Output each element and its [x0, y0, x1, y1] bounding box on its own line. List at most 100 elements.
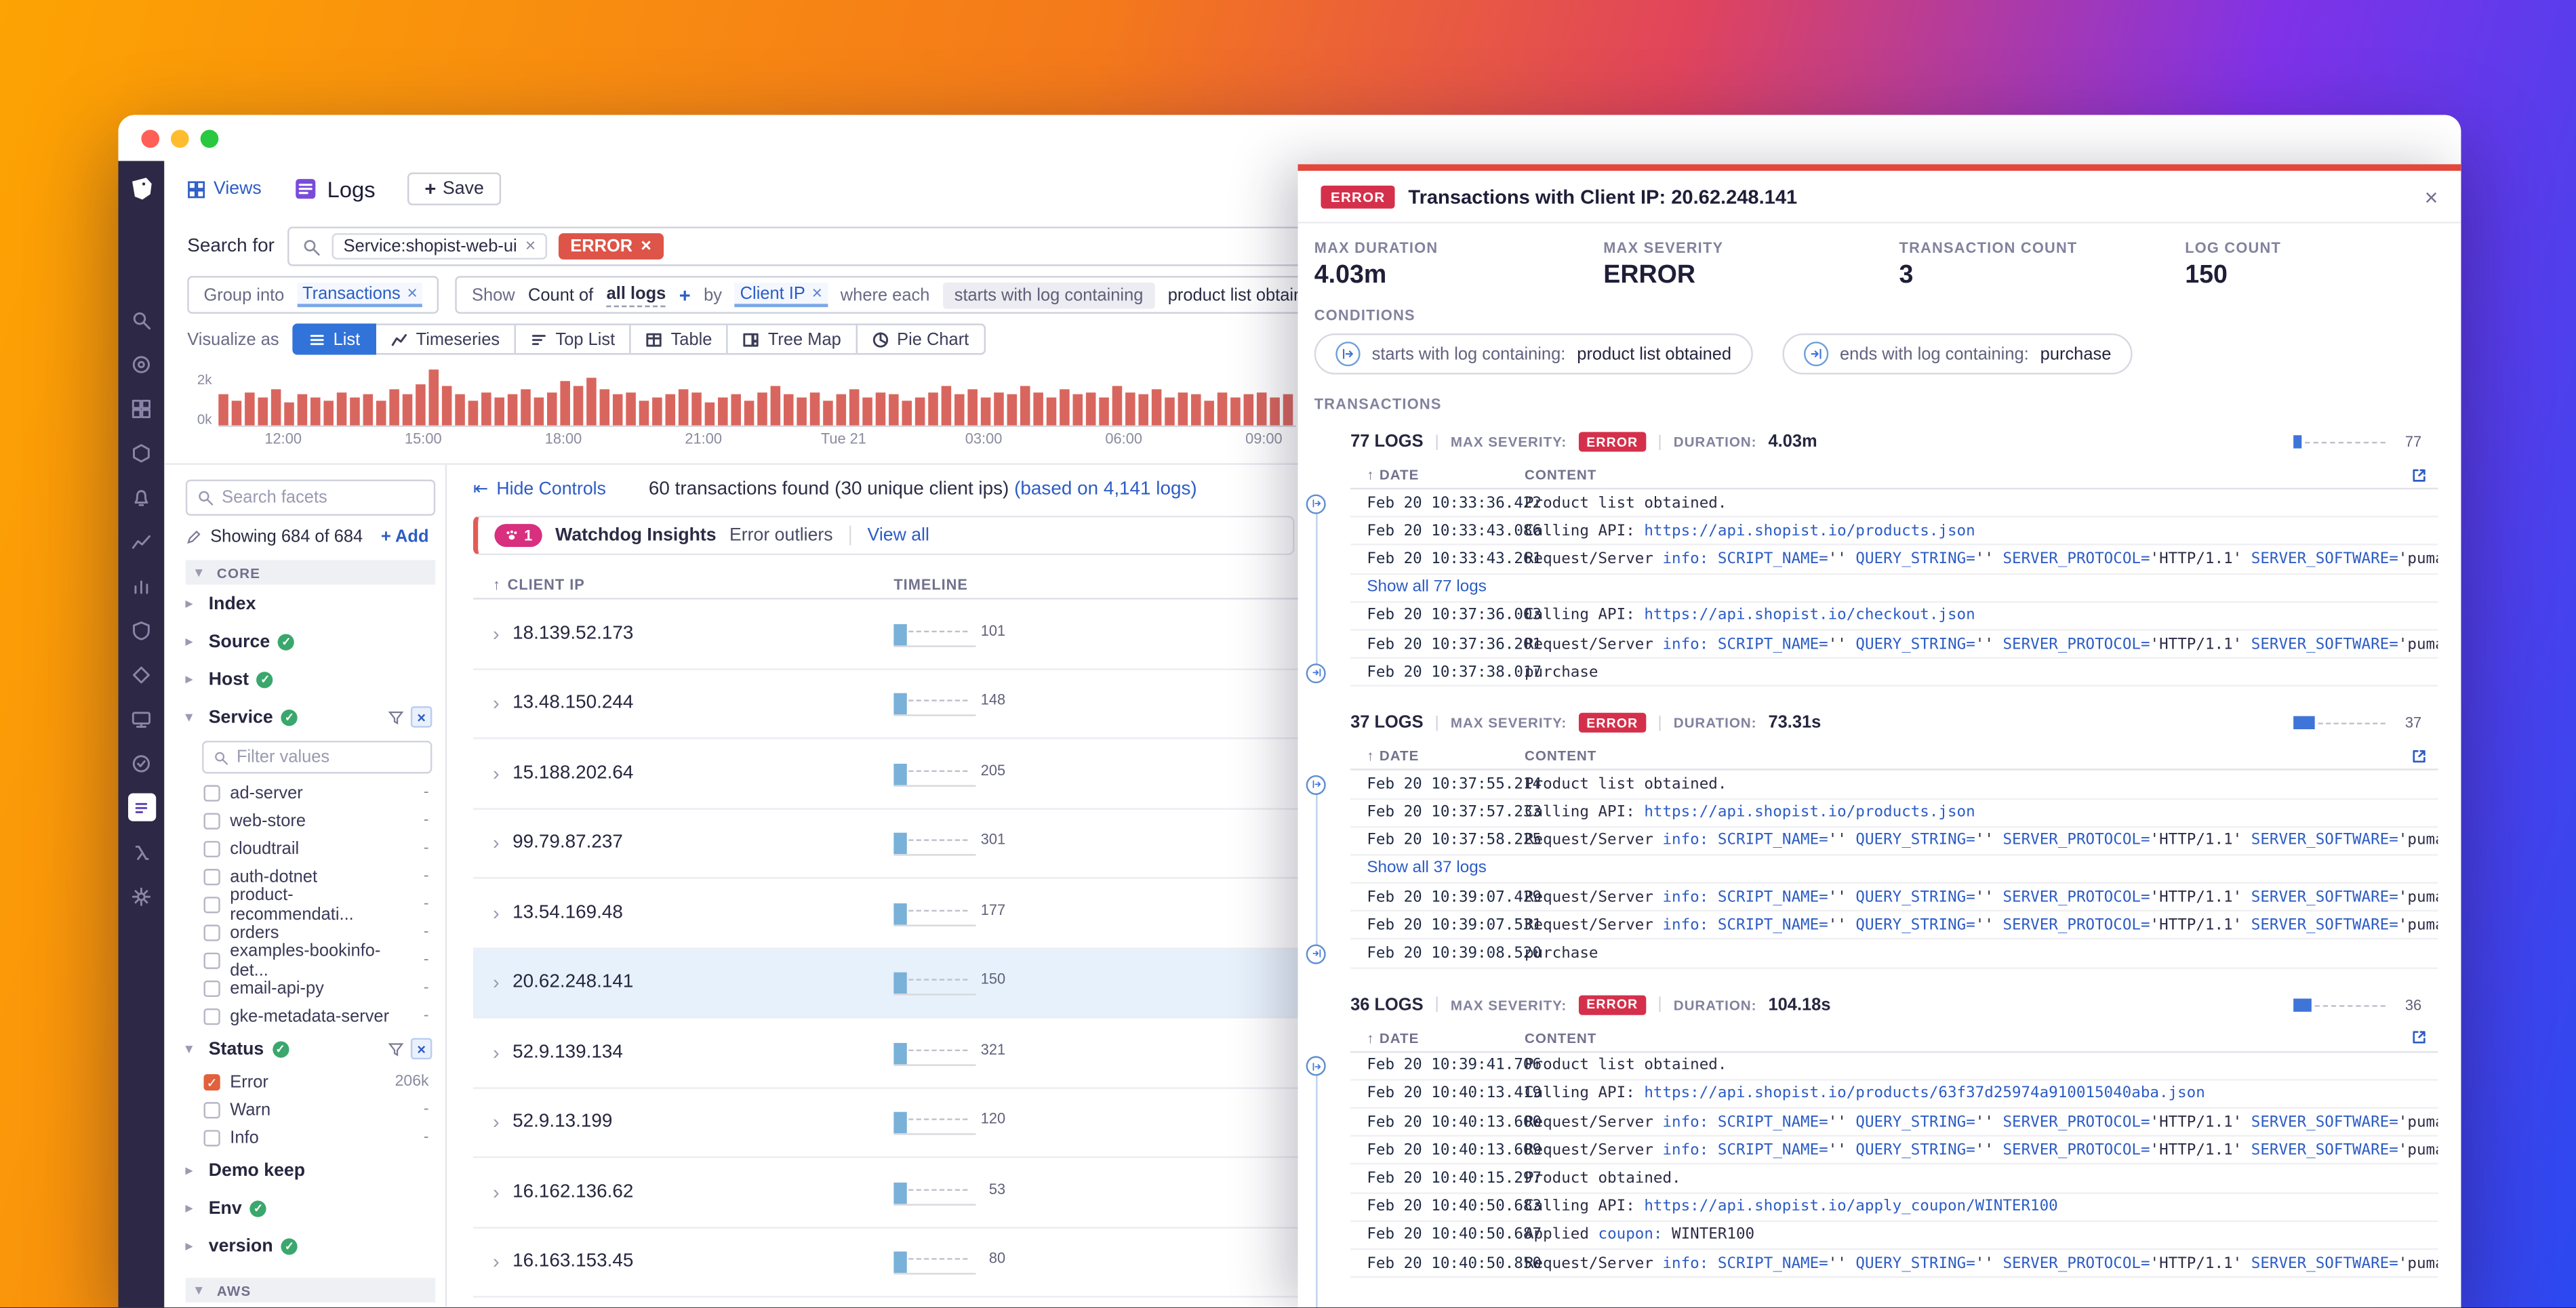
histogram-bar[interactable] — [1178, 392, 1188, 426]
facet-value-info[interactable]: Info - — [186, 1124, 435, 1151]
ci-icon[interactable] — [127, 749, 155, 777]
settings-icon[interactable] — [127, 882, 155, 910]
histogram-bar[interactable] — [809, 392, 820, 426]
histogram-bar[interactable] — [1020, 386, 1030, 426]
histogram-bar[interactable] — [1060, 389, 1070, 426]
facet-index[interactable]: ▸ Index — [186, 585, 435, 623]
facet-status[interactable]: ▾ Status ✓ × — [186, 1030, 435, 1068]
histogram-bar[interactable] — [941, 386, 952, 426]
condition-start[interactable]: starts with log containing: product list … — [1314, 333, 1753, 375]
checkbox[interactable] — [203, 952, 220, 968]
checkbox[interactable] — [203, 784, 220, 801]
add-measure-icon[interactable]: + — [679, 283, 691, 306]
minimize-window-button[interactable] — [171, 129, 189, 147]
histogram-bar[interactable] — [336, 392, 347, 426]
facet-search-input[interactable]: Search facets — [185, 479, 436, 516]
histogram-bar[interactable] — [218, 394, 228, 426]
dashboards-icon[interactable] — [127, 394, 155, 422]
log-row[interactable]: Feb 20 10:37:55.214 Product list obtained… — [1350, 771, 2438, 800]
remove-error-token-icon[interactable]: × — [641, 237, 651, 256]
client-ip-row[interactable]: › 52.9.13.199 120 — [472, 1088, 1298, 1158]
histogram-bar[interactable] — [507, 394, 518, 426]
log-row[interactable]: Feb 20 10:40:13.600 Request/Server info: … — [1350, 1109, 2438, 1137]
histogram-bar[interactable] — [270, 389, 281, 426]
sort-ascending-icon[interactable]: ↑ — [493, 577, 501, 593]
close-panel-icon[interactable]: × — [2425, 183, 2438, 209]
facet-value-error[interactable]: ✓ Error 206k — [186, 1067, 435, 1095]
visualize-tree-map-button[interactable]: Tree Map — [727, 323, 858, 355]
histogram-bar[interactable] — [1085, 392, 1096, 426]
histogram-bar[interactable] — [231, 400, 242, 426]
log-row[interactable]: Feb 20 10:40:50.687 Applied coupon: WINTE… — [1350, 1221, 2438, 1250]
facet-service[interactable]: ▾ Service ✓ × — [186, 698, 435, 736]
checkbox[interactable] — [203, 812, 220, 829]
save-button[interactable]: + Save — [408, 172, 501, 205]
histogram-bar[interactable] — [599, 389, 610, 426]
histogram-bar[interactable] — [350, 397, 360, 426]
facet-demo-keep[interactable]: ▸ Demo keep — [186, 1151, 435, 1189]
search-token-error[interactable]: ERROR × — [559, 233, 663, 260]
histogram-bar[interactable] — [1112, 386, 1123, 426]
search-token-service[interactable]: Service:shopist-web-ui × — [331, 233, 548, 260]
client-ip-row[interactable]: › 20.62.248.141 150 — [472, 948, 1298, 1019]
histogram-bar[interactable] — [389, 389, 399, 426]
synthetics-icon[interactable] — [127, 660, 155, 688]
transaction-group-header[interactable]: 37 LOGS | MAX SEVERITY: ERROR | DURATION: 73.3… — [1350, 703, 2438, 743]
timeline-column-header[interactable]: TIMELINE — [893, 577, 968, 593]
row-expand-chevron-icon[interactable]: › — [473, 1041, 512, 1064]
client-ip-row[interactable]: › 16.162.136.62 53 — [472, 1158, 1298, 1228]
facet-env[interactable]: ▸ Env ✓ — [186, 1189, 435, 1227]
row-expand-chevron-icon[interactable]: › — [473, 1111, 512, 1134]
histogram-bar[interactable] — [914, 397, 925, 426]
visualize-table-button[interactable]: Table — [629, 323, 729, 355]
facet-section-aws[interactable]: ▾ AWS — [185, 1278, 436, 1303]
histogram-bar[interactable] — [376, 400, 386, 426]
histogram-bar[interactable] — [652, 397, 662, 426]
show-all-logs-link[interactable]: Show all 37 logs — [1350, 855, 2438, 884]
histogram-bar[interactable] — [534, 397, 544, 426]
histogram-bar[interactable] — [757, 392, 767, 426]
date-column-header[interactable]: DATE — [1380, 1029, 1419, 1046]
histogram-bar[interactable] — [744, 400, 754, 426]
histogram-bar[interactable] — [1243, 394, 1254, 426]
transaction-group-header[interactable]: 77 LOGS | MAX SEVERITY: ERROR | DURATION: 4.03… — [1350, 422, 2438, 462]
log-row[interactable]: Feb 20 10:37:57.233 Calling API: https://… — [1350, 799, 2438, 827]
checkbox[interactable]: ✓ — [203, 1073, 220, 1090]
histogram-bar[interactable] — [1270, 397, 1280, 426]
checkbox[interactable] — [203, 979, 220, 996]
histogram-bar[interactable] — [639, 400, 649, 426]
histogram-bar[interactable] — [626, 392, 636, 426]
histogram-bar[interactable] — [323, 400, 334, 426]
histogram-bar[interactable] — [731, 394, 741, 426]
histogram-bar[interactable] — [902, 400, 912, 426]
histogram-bar[interactable] — [1138, 394, 1149, 426]
histogram-bar[interactable] — [889, 394, 899, 426]
histogram-bar[interactable] — [770, 386, 781, 426]
histogram-bar[interactable] — [521, 389, 531, 426]
hide-controls-button[interactable]: ⇤ Hide Controls — [473, 478, 606, 499]
facet-value-web-store[interactable]: web-store - — [186, 806, 435, 834]
histogram-bar[interactable] — [547, 392, 557, 426]
based-on-link[interactable]: (based on 4,141 logs) — [1014, 478, 1197, 498]
histogram-bar[interactable] — [441, 386, 452, 426]
histogram-bar[interactable] — [1191, 394, 1201, 426]
row-expand-chevron-icon[interactable]: › — [473, 1181, 512, 1204]
client-ip-row[interactable]: › 52.9.139.134 321 — [472, 1019, 1298, 1088]
visualize-list-button[interactable]: List — [291, 323, 377, 355]
facet-value-ad-server[interactable]: ad-server - — [186, 779, 435, 806]
histogram-bar[interactable] — [1125, 392, 1135, 426]
histogram-bar[interactable] — [297, 394, 308, 426]
histogram-bar[interactable] — [1099, 397, 1109, 426]
facet-section-core[interactable]: ▾ CORE — [185, 560, 436, 585]
log-row[interactable]: Feb 20 10:33:43.086 Calling API: https://… — [1350, 518, 2438, 546]
log-row[interactable]: Feb 20 10:37:36.201 Request/Server info: … — [1350, 630, 2438, 659]
log-row[interactable]: Feb 20 10:37:36.003 Calling API: https://… — [1350, 602, 2438, 631]
serverless-icon[interactable] — [127, 838, 155, 865]
histogram-bar[interactable] — [1283, 394, 1293, 426]
row-expand-chevron-icon[interactable]: › — [473, 1250, 512, 1273]
histogram-bar[interactable] — [797, 397, 807, 426]
log-row[interactable]: Feb 20 10:39:08.520 purchase — [1350, 940, 2438, 968]
edit-facets-icon[interactable] — [186, 529, 202, 545]
histogram-bar[interactable] — [258, 397, 268, 426]
histogram-bar[interactable] — [980, 397, 991, 426]
